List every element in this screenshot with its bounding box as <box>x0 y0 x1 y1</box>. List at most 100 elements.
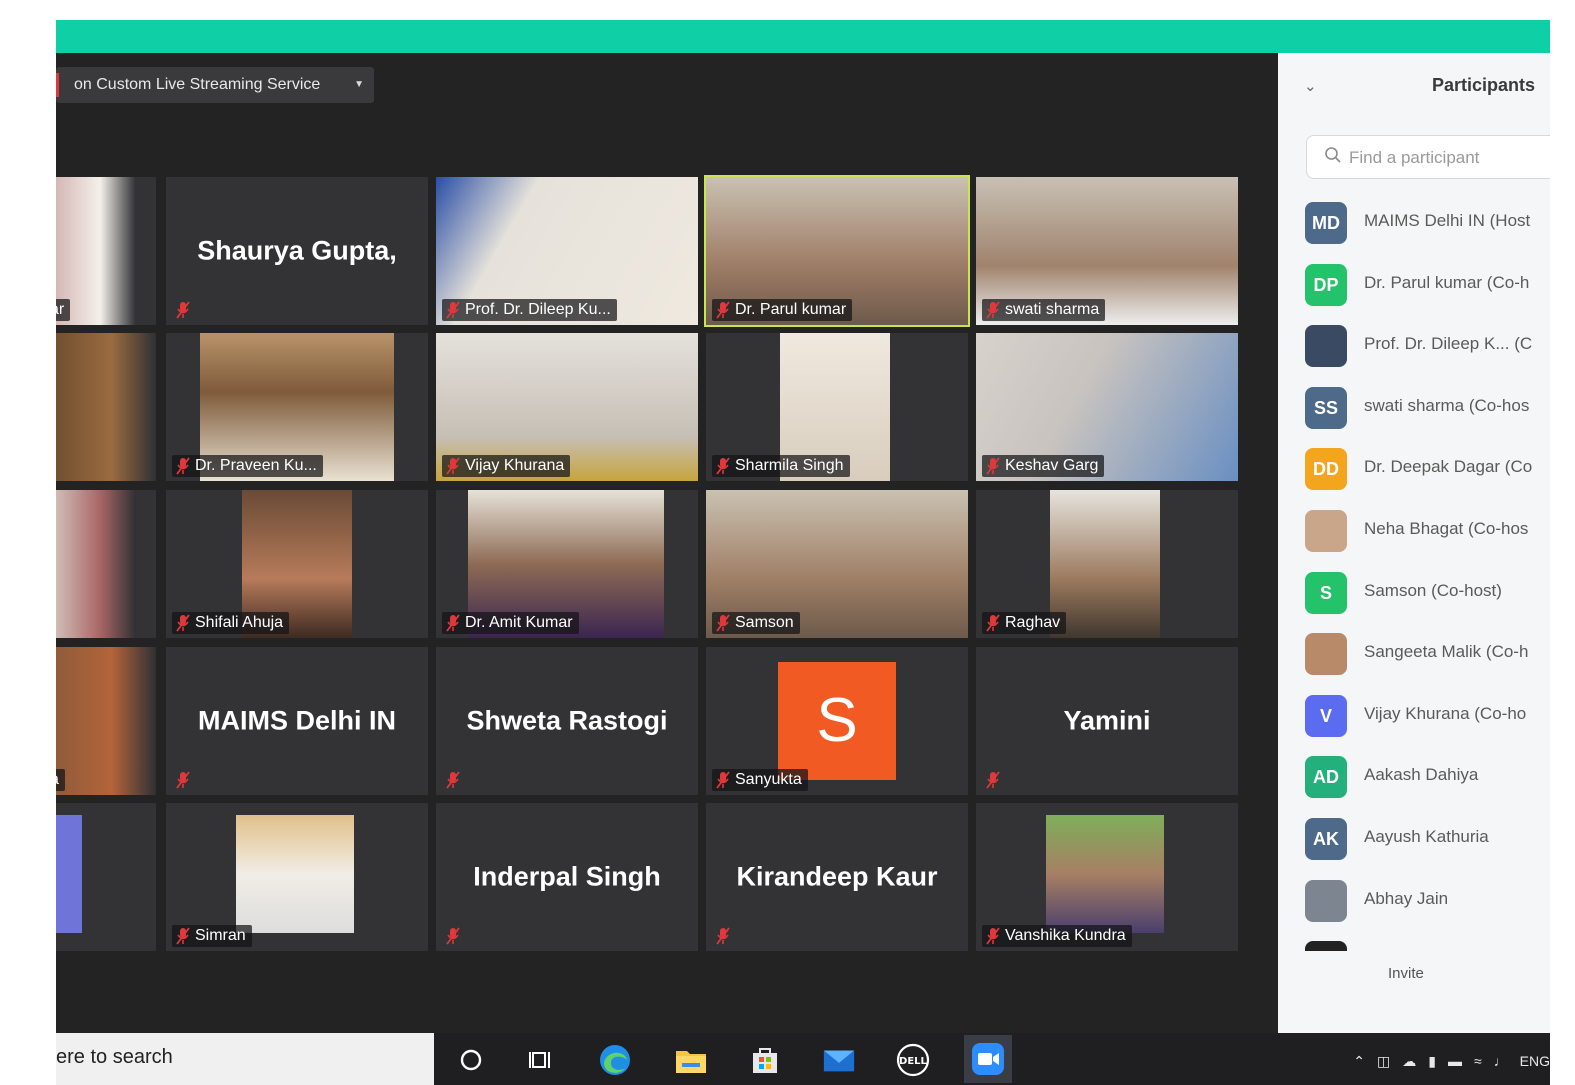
video-tile[interactable]: MAIMS Delhi IN <box>166 647 428 795</box>
video-tile[interactable] <box>56 333 156 481</box>
device-icon[interactable]: ◫ <box>1377 1053 1390 1070</box>
video-tile[interactable]: Sharmila Singh <box>706 333 968 481</box>
participant-row[interactable]: AD Aakash Dahiya <box>1278 745 1550 807</box>
participant-search-input[interactable]: Find a participant <box>1306 135 1550 179</box>
participant-label-text: Shifali Ahuja <box>195 614 284 631</box>
language-indicator[interactable]: ENG <box>1520 1053 1550 1069</box>
edge-browser-icon[interactable] <box>598 1043 632 1077</box>
live-streaming-label: on Custom Live Streaming Service <box>74 76 321 93</box>
participant-row[interactable] <box>1278 930 1550 951</box>
participant-label: Sanyukta <box>712 769 808 791</box>
video-tile[interactable]: Samson <box>706 490 968 638</box>
participant-label-text: Simran <box>195 927 246 944</box>
participant-label: Vanshika Kundra <box>982 925 1132 947</box>
cloud-icon[interactable]: ☁ <box>1402 1053 1416 1070</box>
mail-icon[interactable] <box>822 1043 856 1077</box>
taskbar-search-box[interactable]: ere to search <box>56 1033 434 1085</box>
usb-icon[interactable]: ▮ <box>1428 1053 1436 1070</box>
video-tile[interactable]: Shaurya Gupta, <box>166 177 428 325</box>
participant-row[interactable]: Prof. Dr. Dileep K... (C <box>1278 314 1550 376</box>
participant-name: Aayush Kathuria <box>1364 827 1489 846</box>
chevron-up-icon[interactable]: ⌃ <box>1353 1053 1365 1070</box>
video-tile[interactable]: Dr. Praveen Ku... <box>166 333 428 481</box>
video-tile[interactable]: Vijay Khurana <box>436 333 698 481</box>
participant-label-text: Raghav <box>1005 614 1061 631</box>
live-streaming-indicator[interactable]: on Custom Live Streaming Service ▼ <box>56 67 374 103</box>
participant-label-text: Vijay Khurana <box>465 457 565 474</box>
participant-row[interactable]: V Vijay Khurana (Co-ho <box>1278 684 1550 746</box>
participant-list: MD MAIMS Delhi IN (Host DP Dr. Parul kumar … <box>1278 191 1550 951</box>
participant-row[interactable]: S Samson (Co-host) <box>1278 561 1550 623</box>
participant-label <box>442 925 471 947</box>
chevron-down-icon[interactable]: ⌄ <box>1304 77 1317 95</box>
participant-video <box>56 815 82 933</box>
participant-name: Prof. Dr. Dileep K... (C <box>1364 334 1533 354</box>
video-tile[interactable] <box>56 490 156 638</box>
avatar <box>1305 633 1347 676</box>
participant-row[interactable]: DP Dr. Parul kumar (Co-h <box>1278 253 1550 315</box>
video-tile[interactable]: Dr. Parul kumar <box>704 175 970 327</box>
participant-name: Inderpal Singh <box>473 861 661 892</box>
video-tile[interactable]: Yamini <box>976 647 1238 795</box>
participant-label: Vijay Khurana <box>442 455 571 477</box>
participants-header: ⌄ Participants <box>1278 71 1550 103</box>
muted-mic-icon <box>176 771 190 789</box>
video-tile[interactable]: a <box>56 647 156 795</box>
windows-taskbar: ere to search DELL ⌃ ◫ ☁ ▮ ▬ ≈ ♩ ENG <box>56 1033 1550 1085</box>
microsoft-store-icon[interactable] <box>748 1043 782 1077</box>
cortana-icon[interactable] <box>454 1043 488 1077</box>
video-tile[interactable]: Simran <box>166 803 428 951</box>
participant-label: Prof. Dr. Dileep Ku... <box>442 299 617 321</box>
participant-row[interactable]: AK Aayush Kathuria <box>1278 807 1550 869</box>
file-explorer-icon[interactable] <box>674 1043 708 1077</box>
video-tile[interactable]: Shifali Ahuja <box>166 490 428 638</box>
participant-label-text: Dr. Parul kumar <box>735 301 847 318</box>
zoom-window: on Custom Live Streaming Service ▼ ar Sha… <box>56 20 1550 1085</box>
battery-icon[interactable]: ▬ <box>1448 1053 1462 1069</box>
muted-mic-icon <box>986 614 1000 632</box>
video-tile[interactable]: Shweta Rastogi <box>436 647 698 795</box>
muted-mic-icon <box>446 614 460 632</box>
muted-mic-icon <box>986 301 1000 319</box>
participant-label-text: Dr. Praveen Ku... <box>195 457 317 474</box>
volume-icon[interactable]: ♩ <box>1494 1053 1508 1069</box>
dell-icon[interactable]: DELL <box>896 1043 930 1077</box>
video-tile[interactable]: Inderpal Singh <box>436 803 698 951</box>
video-tile[interactable]: Prof. Dr. Dileep Ku... <box>436 177 698 325</box>
participant-name: swati sharma (Co-hos <box>1364 395 1530 415</box>
participant-row[interactable]: DD Dr. Deepak Dagar (Co <box>1278 437 1550 499</box>
participant-row[interactable]: Neha Bhagat (Co-hos <box>1278 499 1550 561</box>
video-tile[interactable]: Kirandeep Kaur <box>706 803 968 951</box>
avatar: S <box>1305 571 1347 614</box>
video-tile[interactable]: ar <box>56 177 156 325</box>
participant-label-text: Sharmila Singh <box>735 457 844 474</box>
video-tile[interactable]: Vanshika Kundra <box>976 803 1238 951</box>
zoom-app-icon[interactable] <box>964 1035 1012 1083</box>
video-tile[interactable]: Raghav <box>976 490 1238 638</box>
participant-row[interactable]: SS swati sharma (Co-hos <box>1278 376 1550 438</box>
task-view-icon[interactable] <box>524 1043 558 1077</box>
video-tile[interactable]: S Sanyukta <box>706 647 968 795</box>
video-tile[interactable]: Keshav Garg <box>976 333 1238 481</box>
participant-label <box>982 769 1011 791</box>
participant-name: MAIMS Delhi IN <box>197 705 396 736</box>
video-tile[interactable] <box>56 803 156 951</box>
participant-name: Vijay Khurana (Co-ho <box>1364 703 1527 723</box>
avatar: MD <box>1305 202 1347 244</box>
invite-button[interactable]: Invite <box>1388 965 1424 982</box>
muted-mic-icon <box>176 457 190 475</box>
muted-mic-icon <box>986 457 1000 475</box>
avatar <box>1305 325 1347 368</box>
video-tile[interactable]: swati sharma <box>976 177 1238 325</box>
participant-row[interactable]: MD MAIMS Delhi IN (Host <box>1278 191 1550 253</box>
video-tile[interactable]: Dr. Amit Kumar <box>436 490 698 638</box>
dropdown-caret-icon[interactable]: ▼ <box>354 67 364 103</box>
system-tray: ⌃ ◫ ☁ ▮ ▬ ≈ ♩ ENG <box>1353 1047 1550 1075</box>
participant-video <box>236 815 354 933</box>
participant-row[interactable]: Abhay Jain <box>1278 869 1550 931</box>
participant-label <box>712 925 741 947</box>
participant-label: ar <box>56 299 71 321</box>
wifi-icon[interactable]: ≈ <box>1474 1053 1482 1069</box>
avatar: AD <box>1305 756 1347 799</box>
participant-row[interactable]: Sangeeta Malik (Co-h <box>1278 622 1550 684</box>
